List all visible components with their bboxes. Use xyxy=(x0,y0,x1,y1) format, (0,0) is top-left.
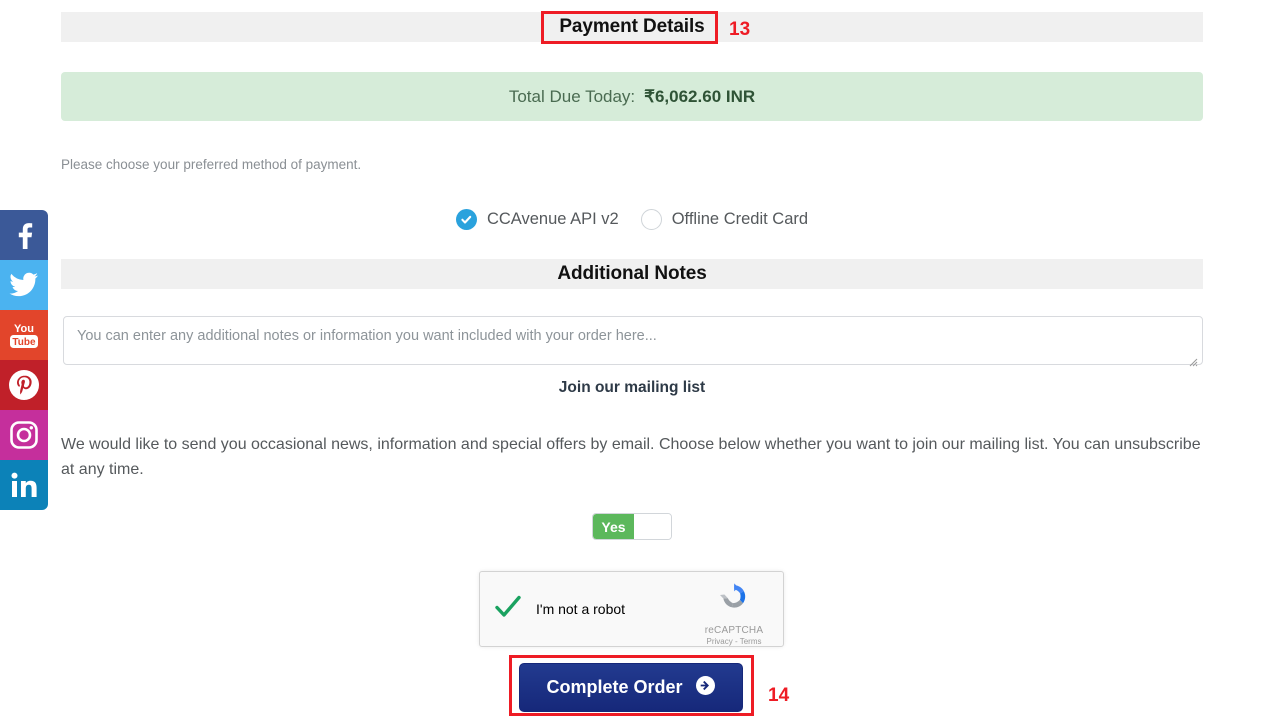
youtube-icon: You Tube xyxy=(7,319,41,351)
radio-checked-icon[interactable] xyxy=(455,209,477,230)
pinterest-icon xyxy=(8,369,40,401)
additional-notes-title: Additional Notes xyxy=(557,263,707,284)
mailing-list-toggle-track[interactable] xyxy=(634,514,671,539)
payment-method-ccavenue[interactable]: CCAvenue API v2 xyxy=(455,209,619,230)
recaptcha-widget[interactable]: I'm not a robot reCAPTCHA Privacy - Term… xyxy=(479,571,784,647)
radio-unchecked-icon[interactable] xyxy=(640,209,662,230)
instagram-icon xyxy=(9,420,39,450)
total-due-banner: Total Due Today: ₹6,062.60 INR xyxy=(61,72,1203,121)
total-due-amount: ₹6,062.60 INR xyxy=(644,86,756,106)
additional-notes-section-bar: Additional Notes xyxy=(61,259,1203,289)
annotation-number-13: 13 xyxy=(729,19,751,40)
linkedin-icon xyxy=(10,471,38,499)
social-share-sidebar: You Tube xyxy=(0,210,48,510)
social-link-twitter[interactable] xyxy=(0,260,48,310)
payment-method-offline-credit-card[interactable]: Offline Credit Card xyxy=(640,209,809,230)
mailing-list-description: We would like to send you occasional new… xyxy=(61,436,1201,478)
additional-notes-input[interactable] xyxy=(63,316,1203,365)
payment-method-ccavenue-label: CCAvenue API v2 xyxy=(486,210,619,228)
social-link-youtube[interactable]: You Tube xyxy=(0,310,48,360)
svg-text:Tube: Tube xyxy=(12,337,36,348)
green-check-icon xyxy=(494,594,522,625)
facebook-icon xyxy=(12,220,36,250)
recaptcha-checkbox[interactable] xyxy=(480,594,536,625)
mailing-list-title: Join our mailing list xyxy=(558,379,706,396)
arrow-right-circle-icon xyxy=(695,675,716,701)
total-due-label: Total Due Today: xyxy=(508,86,636,106)
social-link-linkedin[interactable] xyxy=(0,460,48,510)
payment-method-group: CCAvenue API v2 Offline Credit Card xyxy=(0,209,1264,230)
complete-order-button[interactable]: Complete Order xyxy=(519,663,743,712)
checkout-page: You Tube Payment Details 13 Total Due To… xyxy=(0,0,1264,716)
payment-details-section-bar: Payment Details xyxy=(61,12,1203,42)
twitter-icon xyxy=(9,272,39,298)
payment-details-title: Payment Details xyxy=(559,16,705,37)
complete-order-label: Complete Order xyxy=(546,677,683,697)
payment-instruction-text: Please choose your preferred method of p… xyxy=(61,157,362,172)
annotation-number-14: 14 xyxy=(768,685,790,706)
social-link-instagram[interactable] xyxy=(0,410,48,460)
recaptcha-brand-name: reCAPTCHA xyxy=(704,625,764,636)
recaptcha-label: I'm not a robot xyxy=(536,601,626,617)
recaptcha-branding: reCAPTCHA Privacy - Terms xyxy=(695,582,773,646)
social-link-pinterest[interactable] xyxy=(0,360,48,410)
payment-method-offline-label: Offline Credit Card xyxy=(671,210,809,228)
mailing-list-toggle-yes[interactable]: Yes xyxy=(593,514,634,539)
svg-text:You: You xyxy=(14,323,34,335)
mailing-list-toggle[interactable]: Yes xyxy=(592,513,672,540)
social-link-facebook[interactable] xyxy=(0,210,48,260)
recaptcha-logo-icon xyxy=(716,583,752,622)
recaptcha-privacy-terms[interactable]: Privacy - Terms xyxy=(695,637,773,646)
